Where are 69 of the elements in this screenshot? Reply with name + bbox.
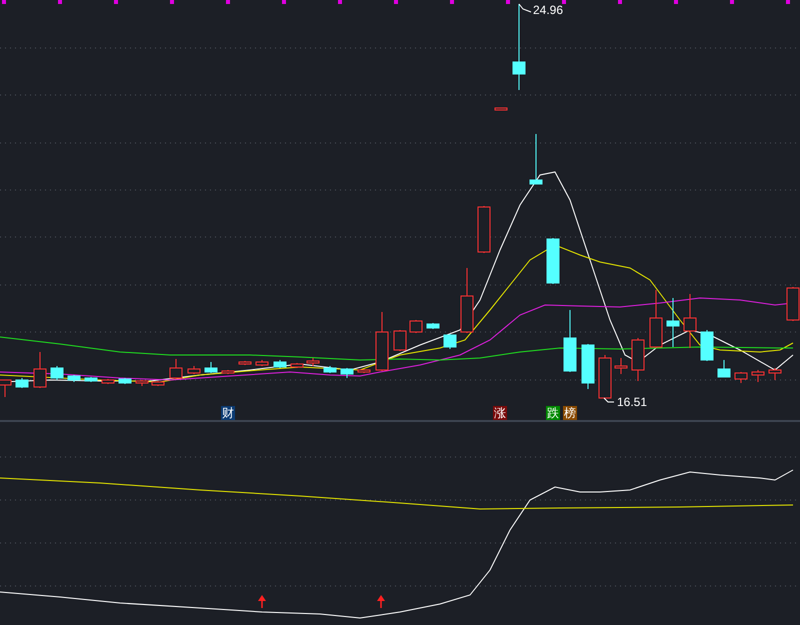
tick-mark	[226, 0, 230, 4]
candlestick	[222, 370, 234, 374]
tick-mark	[450, 0, 454, 4]
candlestick	[152, 380, 164, 386]
candlestick	[700, 330, 714, 362]
up-arrow-icon	[258, 595, 266, 608]
event-marker: 跌	[546, 406, 560, 420]
candlestick	[376, 312, 388, 372]
candlestick	[290, 362, 304, 368]
candlestick	[614, 358, 628, 374]
event-marker: 榜	[563, 406, 577, 420]
candlestick	[324, 366, 336, 374]
candlestick	[494, 108, 508, 110]
candlestick	[564, 310, 576, 372]
candlestick	[274, 360, 286, 368]
tick-mark	[674, 0, 678, 4]
candlestick	[238, 360, 252, 366]
tick-mark	[618, 0, 622, 4]
tick-mark	[114, 0, 118, 4]
candlestick	[768, 368, 782, 380]
candlestick	[68, 374, 80, 382]
candlestick	[358, 368, 370, 374]
candlestick	[16, 378, 28, 388]
candlestick	[598, 354, 612, 400]
tick-mark	[730, 0, 734, 4]
tick-mark	[562, 0, 566, 4]
tick-mark	[170, 0, 174, 4]
candlestick	[84, 376, 98, 382]
candlestick	[136, 380, 148, 386]
candlestick	[204, 362, 218, 374]
tick-mark	[786, 0, 790, 4]
candlestick	[394, 330, 406, 352]
candlestick	[478, 206, 490, 254]
candlestick	[684, 294, 696, 348]
candlestick	[444, 334, 456, 350]
candlestick	[734, 372, 748, 384]
price-label: 16.51	[617, 395, 648, 409]
up-arrow-icon	[377, 595, 385, 608]
candlestick	[256, 360, 268, 366]
candlestick	[306, 358, 320, 366]
tick-mark	[394, 0, 398, 4]
event-marker: 涨	[493, 406, 507, 420]
price-label: 24.96	[533, 3, 564, 17]
candlestick	[546, 238, 560, 284]
candlestick	[650, 290, 662, 348]
candlestick	[170, 358, 182, 380]
candlestick	[752, 370, 764, 382]
tick-mark	[506, 0, 510, 4]
candlestick	[410, 320, 422, 334]
candlestick	[34, 352, 46, 388]
tick-mark	[338, 0, 342, 4]
candlestick	[426, 322, 440, 330]
tick-mark	[282, 0, 286, 4]
candlestick	[582, 344, 594, 390]
candlestick	[102, 378, 114, 384]
candlestick	[188, 366, 200, 374]
candlestick	[632, 338, 644, 382]
candlestick	[340, 368, 354, 378]
leader-line	[518, 4, 532, 12]
candlestick	[118, 378, 132, 384]
candlestick	[460, 268, 474, 334]
tick-mark	[2, 0, 6, 4]
tick-mark	[58, 0, 62, 4]
candlestick	[666, 298, 680, 348]
candlestick	[50, 366, 64, 380]
event-marker: 财	[221, 406, 235, 420]
candlestick	[530, 134, 542, 184]
candlestick	[718, 360, 730, 378]
leader-line	[604, 398, 614, 402]
